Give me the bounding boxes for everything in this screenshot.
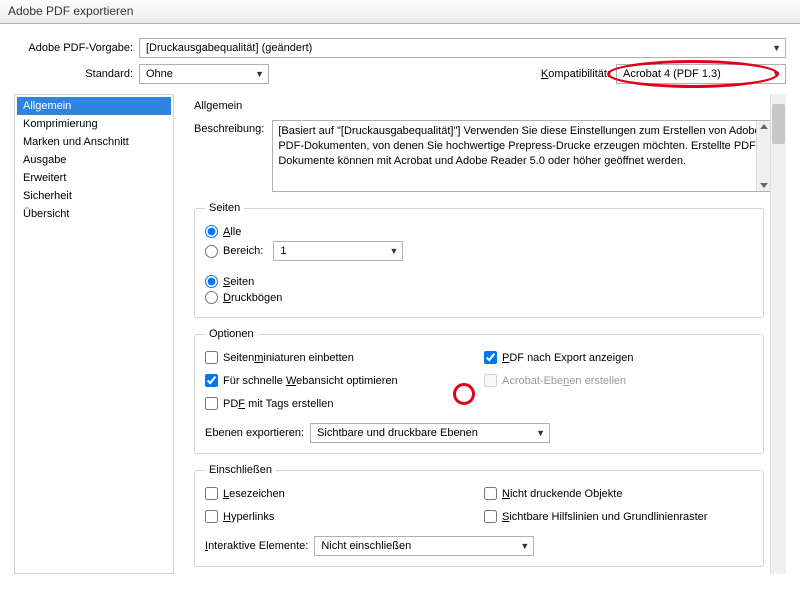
description-label: Beschreibung: <box>194 120 264 192</box>
content-scrollbar[interactable] <box>770 94 786 574</box>
window-title: Adobe PDF exportieren <box>8 4 133 18</box>
description-textarea[interactable]: [Basiert auf "[Druckausgabequalität]"] V… <box>272 120 772 192</box>
range-combo[interactable]: 1 ▼ <box>273 241 403 261</box>
check-nonprinting[interactable] <box>484 487 497 500</box>
options-fieldset: Optionen Seitenminiaturen einbetten PDF … <box>194 328 764 454</box>
check-guides[interactable] <box>484 510 497 523</box>
check-view-after-label: PDF nach Export anzeigen <box>502 352 633 364</box>
check-guides-label: Sichtbare Hilfslinien und Grundlinienras… <box>502 511 707 523</box>
export-layers-label: Ebenen exportieren: <box>205 427 304 439</box>
chevron-down-icon: ▼ <box>772 69 781 79</box>
check-thumbnails-label: Seitenminiaturen einbetten <box>223 352 354 364</box>
radio-all-label: Alle <box>223 226 241 238</box>
include-fieldset: Einschließen Lesezeichen Nicht druckende… <box>194 464 764 567</box>
category-sidebar: Allgemein Komprimierung Marken und Ansch… <box>14 94 174 574</box>
chevron-down-icon: ▼ <box>772 43 781 53</box>
check-acrobat-layers <box>484 374 497 387</box>
check-fast-web[interactable] <box>205 374 218 387</box>
content-panel: Allgemein Beschreibung: [Basiert auf "[D… <box>174 94 786 574</box>
pages-legend: Seiten <box>205 202 244 214</box>
radio-spreads[interactable] <box>205 291 218 304</box>
description-text: [Basiert auf "[Druckausgabequalität]"] V… <box>278 125 760 167</box>
preset-combo[interactable]: [Druckausgabequalität] (geändert) ▼ <box>139 38 786 58</box>
sidebar-item-marken[interactable]: Marken und Anschnitt <box>17 133 171 151</box>
compatibility-combo[interactable]: Acrobat 4 (PDF 1.3) ▼ <box>616 64 786 84</box>
section-title-general: Allgemein <box>194 100 786 112</box>
export-layers-combo[interactable]: Sichtbare und druckbare Ebenen ▼ <box>310 423 550 443</box>
pages-fieldset: Seiten Alle Bereich: 1 ▼ <box>194 202 764 318</box>
check-thumbnails[interactable] <box>205 351 218 364</box>
radio-pages-mode-label: Seiten <box>223 276 254 288</box>
interactive-label: Interaktive Elemente: <box>205 540 308 552</box>
window-titlebar: Adobe PDF exportieren <box>0 0 800 24</box>
radio-range-label: Bereich: <box>223 245 263 257</box>
sidebar-item-ausgabe[interactable]: Ausgabe <box>17 151 171 169</box>
compatibility-value: Acrobat 4 (PDF 1.3) <box>623 68 721 80</box>
sidebar-item-allgemein[interactable]: Allgemein <box>17 97 171 115</box>
chevron-down-icon: ▼ <box>536 428 545 438</box>
check-hyperlinks-label: Hyperlinks <box>223 511 274 523</box>
sidebar-item-uebersicht[interactable]: Übersicht <box>17 205 171 223</box>
radio-pages-mode[interactable] <box>205 275 218 288</box>
chevron-down-icon: ▼ <box>520 541 529 551</box>
preset-value: [Druckausgabequalität] (geändert) <box>146 42 312 54</box>
standard-combo[interactable]: Ohne ▼ <box>139 64 269 84</box>
check-view-after[interactable] <box>484 351 497 364</box>
interactive-combo[interactable]: Nicht einschließen ▼ <box>314 536 534 556</box>
chevron-down-icon: ▼ <box>389 246 398 256</box>
radio-all-pages[interactable] <box>205 225 218 238</box>
check-bookmarks-label: Lesezeichen <box>223 488 285 500</box>
range-value: 1 <box>280 245 286 257</box>
export-layers-value: Sichtbare und druckbare Ebenen <box>317 427 478 439</box>
standard-label: Standard: <box>14 68 139 80</box>
sidebar-item-sicherheit[interactable]: Sicherheit <box>17 187 171 205</box>
interactive-value: Nicht einschließen <box>321 540 411 552</box>
radio-spreads-label: Druckbögen <box>223 292 282 304</box>
check-bookmarks[interactable] <box>205 487 218 500</box>
radio-range[interactable] <box>205 245 218 258</box>
include-legend: Einschließen <box>205 464 276 476</box>
scrollbar-thumb[interactable] <box>772 104 785 144</box>
check-nonprinting-label: Nicht druckende Objekte <box>502 488 622 500</box>
sidebar-item-erweitert[interactable]: Erweitert <box>17 169 171 187</box>
sidebar-item-komprimierung[interactable]: Komprimierung <box>17 115 171 133</box>
dialog-body: Adobe PDF-Vorgabe: [Druckausgabequalität… <box>0 24 800 574</box>
check-tagged-pdf[interactable] <box>205 397 218 410</box>
preset-label: Adobe PDF-Vorgabe: <box>14 42 139 54</box>
check-hyperlinks[interactable] <box>205 510 218 523</box>
chevron-down-icon: ▼ <box>255 69 264 79</box>
options-legend: Optionen <box>205 328 258 340</box>
compatibility-label: Kompatibilität: <box>541 68 610 80</box>
check-tagged-pdf-label: PDF mit Tags erstellen <box>223 398 333 410</box>
check-acrobat-layers-label: Acrobat-Ebenen erstellen <box>502 375 626 387</box>
standard-value: Ohne <box>146 68 173 80</box>
check-fast-web-label: Für schnelle Webansicht optimieren <box>223 375 398 387</box>
